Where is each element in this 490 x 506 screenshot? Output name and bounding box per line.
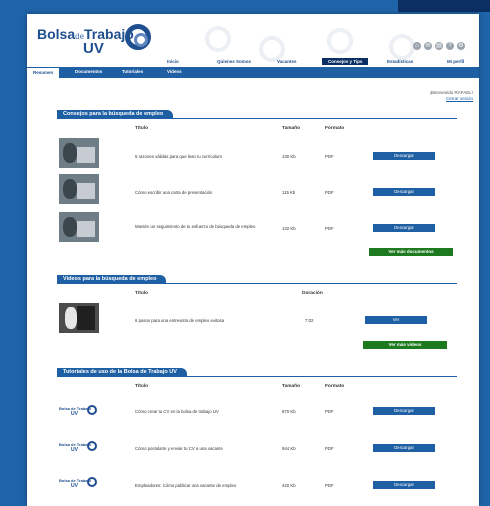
document-size: 115 Kb xyxy=(282,190,296,195)
download-button[interactable]: Descargar xyxy=(373,224,435,232)
watermark-ring-icon xyxy=(205,26,231,52)
video-duration: 7:02 xyxy=(305,318,314,323)
download-button[interactable]: Descargar xyxy=(373,481,435,489)
column-header-size: Tamaño xyxy=(282,126,301,131)
section-divider xyxy=(57,118,457,119)
print-icon[interactable]: ▤ xyxy=(435,42,443,50)
column-header-title: Título xyxy=(135,291,149,296)
column-header-duration: Duración xyxy=(302,291,323,296)
nav-estadisticas[interactable]: Estadísticas xyxy=(387,59,413,64)
tutorial-logo-thumbnail[interactable]: Bolsa de Trabajo UV xyxy=(59,396,99,424)
tutorial-format: PDF xyxy=(325,446,334,451)
tab-documentos[interactable]: Documentos xyxy=(75,69,102,74)
document-format: PDF xyxy=(325,226,334,231)
download-button[interactable]: Descargar xyxy=(373,407,435,415)
tutorial-title[interactable]: Empleadores: Cómo publicar una vacante d… xyxy=(135,483,275,489)
home-icon[interactable]: ⌂ xyxy=(413,42,421,50)
logo-text-bolsa: Bolsa xyxy=(37,26,76,42)
tutorial-logo-thumbnail[interactable]: Bolsa de Trabajo UV xyxy=(59,432,99,460)
document-title[interactable]: Cómo escribir una carta de presentación xyxy=(135,190,275,196)
document-title[interactable]: 5 razones válidas para que lean tu currí… xyxy=(135,154,275,160)
nav-mi-perfil[interactable]: Mi perfil xyxy=(447,59,464,64)
site-logo[interactable]: BolsadeTrabajo UV xyxy=(37,26,134,57)
document-size: 132 Kb xyxy=(282,226,296,231)
watermark-ring-icon xyxy=(327,28,353,54)
browser-page: BolsadeTrabajo UV ⌂ ✉ ▤ ? ⚙ Inicio Quien… xyxy=(27,14,479,506)
main-content: ¡Bienvenido RAFAEL! Cerrar sesión Consej… xyxy=(27,78,479,506)
welcome-text: ¡Bienvenido RAFAEL! xyxy=(429,90,473,95)
welcome-box: ¡Bienvenido RAFAEL! Cerrar sesión xyxy=(429,90,473,101)
tab-videos[interactable]: Videos xyxy=(167,69,182,74)
document-format: PDF xyxy=(325,190,334,195)
document-thumbnail[interactable] xyxy=(59,212,99,242)
document-title[interactable]: Mantén un seguimiento de tu esfuerzo de … xyxy=(135,224,275,230)
watch-button[interactable]: Ver xyxy=(365,316,427,324)
column-header-size: Tamaño xyxy=(282,384,301,389)
document-size: 130 Kb xyxy=(282,154,296,159)
document-thumbnail[interactable] xyxy=(59,174,99,204)
download-button[interactable]: Descargar xyxy=(373,152,435,160)
column-header-format: Formato xyxy=(325,126,345,131)
toolbar-icons: ⌂ ✉ ▤ ? ⚙ xyxy=(413,42,465,50)
more-documents-button[interactable]: Ver más documentos xyxy=(369,248,453,256)
download-button[interactable]: Descargar xyxy=(373,188,435,196)
tutorial-format: PDF xyxy=(325,409,334,414)
nav-consejos-y-tips[interactable]: Consejos y Tips xyxy=(322,58,369,65)
help-icon[interactable]: ? xyxy=(446,42,454,50)
column-header-title: Título xyxy=(135,384,149,389)
top-decoration xyxy=(398,0,490,12)
tutorial-size: 870 Kb xyxy=(282,409,296,414)
column-header-title: Título xyxy=(135,126,149,131)
tutorial-size: 420 Kb xyxy=(282,483,296,488)
nav-quienes-somos[interactable]: Quienes Somos xyxy=(217,59,251,64)
tutorial-title[interactable]: Cómo crear tu CV en la bolsa de trabajo … xyxy=(135,409,275,415)
tutorial-size: 944 Kb xyxy=(282,446,296,451)
section-divider xyxy=(57,376,457,377)
nav-vacantes[interactable]: Vacantes xyxy=(277,59,297,64)
document-thumbnail[interactable] xyxy=(59,138,99,168)
column-header-format: Formato xyxy=(325,384,345,389)
download-button[interactable]: Descargar xyxy=(373,444,435,452)
watermark-ring-icon xyxy=(389,34,415,60)
site-header: BolsadeTrabajo UV ⌂ ✉ ▤ ? ⚙ Inicio Quien… xyxy=(27,14,479,79)
mail-icon[interactable]: ✉ xyxy=(424,42,432,50)
tab-tutoriales[interactable]: Tutoriales xyxy=(122,69,143,74)
tutorial-title[interactable]: Cómo postularte y enviar tu CV a una vac… xyxy=(135,446,275,452)
more-videos-button[interactable]: Ver más videos xyxy=(363,341,447,349)
nav-inicio[interactable]: Inicio xyxy=(167,59,179,64)
logo-text-uv: UV xyxy=(83,40,104,57)
document-format: PDF xyxy=(325,154,334,159)
tutorial-logo-thumbnail[interactable]: Bolsa de Trabajo UV xyxy=(59,468,99,496)
section-divider xyxy=(57,283,457,284)
logo-ring-icon xyxy=(125,24,151,50)
sub-navigation: Resumen Documentos Tutoriales Videos xyxy=(27,67,479,79)
video-title[interactable]: 6 pasos para una entrevista de empleo ex… xyxy=(135,318,275,324)
settings-icon[interactable]: ⚙ xyxy=(457,42,465,50)
tutorial-format: PDF xyxy=(325,483,334,488)
logout-link[interactable]: Cerrar sesión xyxy=(429,96,473,101)
video-thumbnail[interactable] xyxy=(59,303,99,333)
